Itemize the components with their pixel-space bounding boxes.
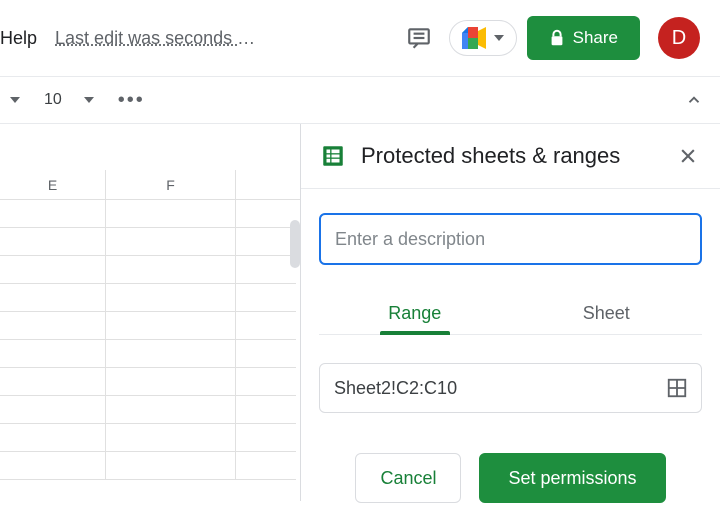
grid-rows <box>0 200 300 480</box>
toolbar-leading-dropdown[interactable] <box>4 93 26 107</box>
column-header[interactable] <box>236 170 296 199</box>
column-headers: E F <box>0 170 300 200</box>
column-header[interactable]: E <box>0 170 106 199</box>
panel-tabs: Range Sheet <box>319 293 702 335</box>
scrollbar-thumb[interactable] <box>290 220 300 268</box>
spreadsheet-grid[interactable]: E F <box>0 124 300 501</box>
panel-body: Range Sheet Sheet2!C2:C10 Cancel Set per… <box>301 189 720 521</box>
sheets-icon <box>319 142 347 170</box>
collapse-toolbar-icon[interactable] <box>680 86 708 114</box>
menu-help[interactable]: Help <box>0 28 37 49</box>
share-label: Share <box>573 28 618 48</box>
last-edit-link[interactable]: Last edit was seconds ago <box>55 28 265 49</box>
panel-actions: Cancel Set permissions <box>319 453 702 503</box>
more-toolbar-icon[interactable]: ••• <box>112 89 151 112</box>
range-input-row: Sheet2!C2:C10 <box>319 363 702 413</box>
comments-icon[interactable] <box>399 18 439 58</box>
share-button[interactable]: Share <box>527 16 640 60</box>
caret-down-icon <box>10 97 20 103</box>
select-range-icon[interactable] <box>663 374 691 402</box>
description-input[interactable] <box>319 213 702 265</box>
column-header[interactable]: F <box>106 170 236 199</box>
font-size-value: 10 <box>44 91 62 109</box>
close-icon[interactable] <box>674 142 702 170</box>
tab-range[interactable]: Range <box>319 293 511 334</box>
tab-sheet[interactable]: Sheet <box>511 293 703 334</box>
top-bar: Help Last edit was seconds ago Share D <box>0 0 720 76</box>
set-permissions-button[interactable]: Set permissions <box>479 453 665 503</box>
panel-header: Protected sheets & ranges <box>301 124 720 189</box>
menu-bar: Help Last edit was seconds ago <box>0 28 265 49</box>
caret-down-icon <box>84 97 94 103</box>
toolbar: 10 ••• <box>0 76 720 124</box>
cancel-button[interactable]: Cancel <box>355 453 461 503</box>
meet-icon <box>462 27 488 49</box>
range-value[interactable]: Sheet2!C2:C10 <box>334 378 663 399</box>
workspace: E F Protected sheets & ranges <box>0 124 720 501</box>
protected-ranges-panel: Protected sheets & ranges Range Sheet Sh… <box>300 124 720 501</box>
panel-title: Protected sheets & ranges <box>361 143 660 169</box>
font-size-dropdown[interactable]: 10 <box>38 87 100 113</box>
avatar[interactable]: D <box>658 17 700 59</box>
caret-down-icon <box>494 35 504 41</box>
meet-button[interactable] <box>449 20 517 56</box>
lock-icon <box>549 29 565 47</box>
